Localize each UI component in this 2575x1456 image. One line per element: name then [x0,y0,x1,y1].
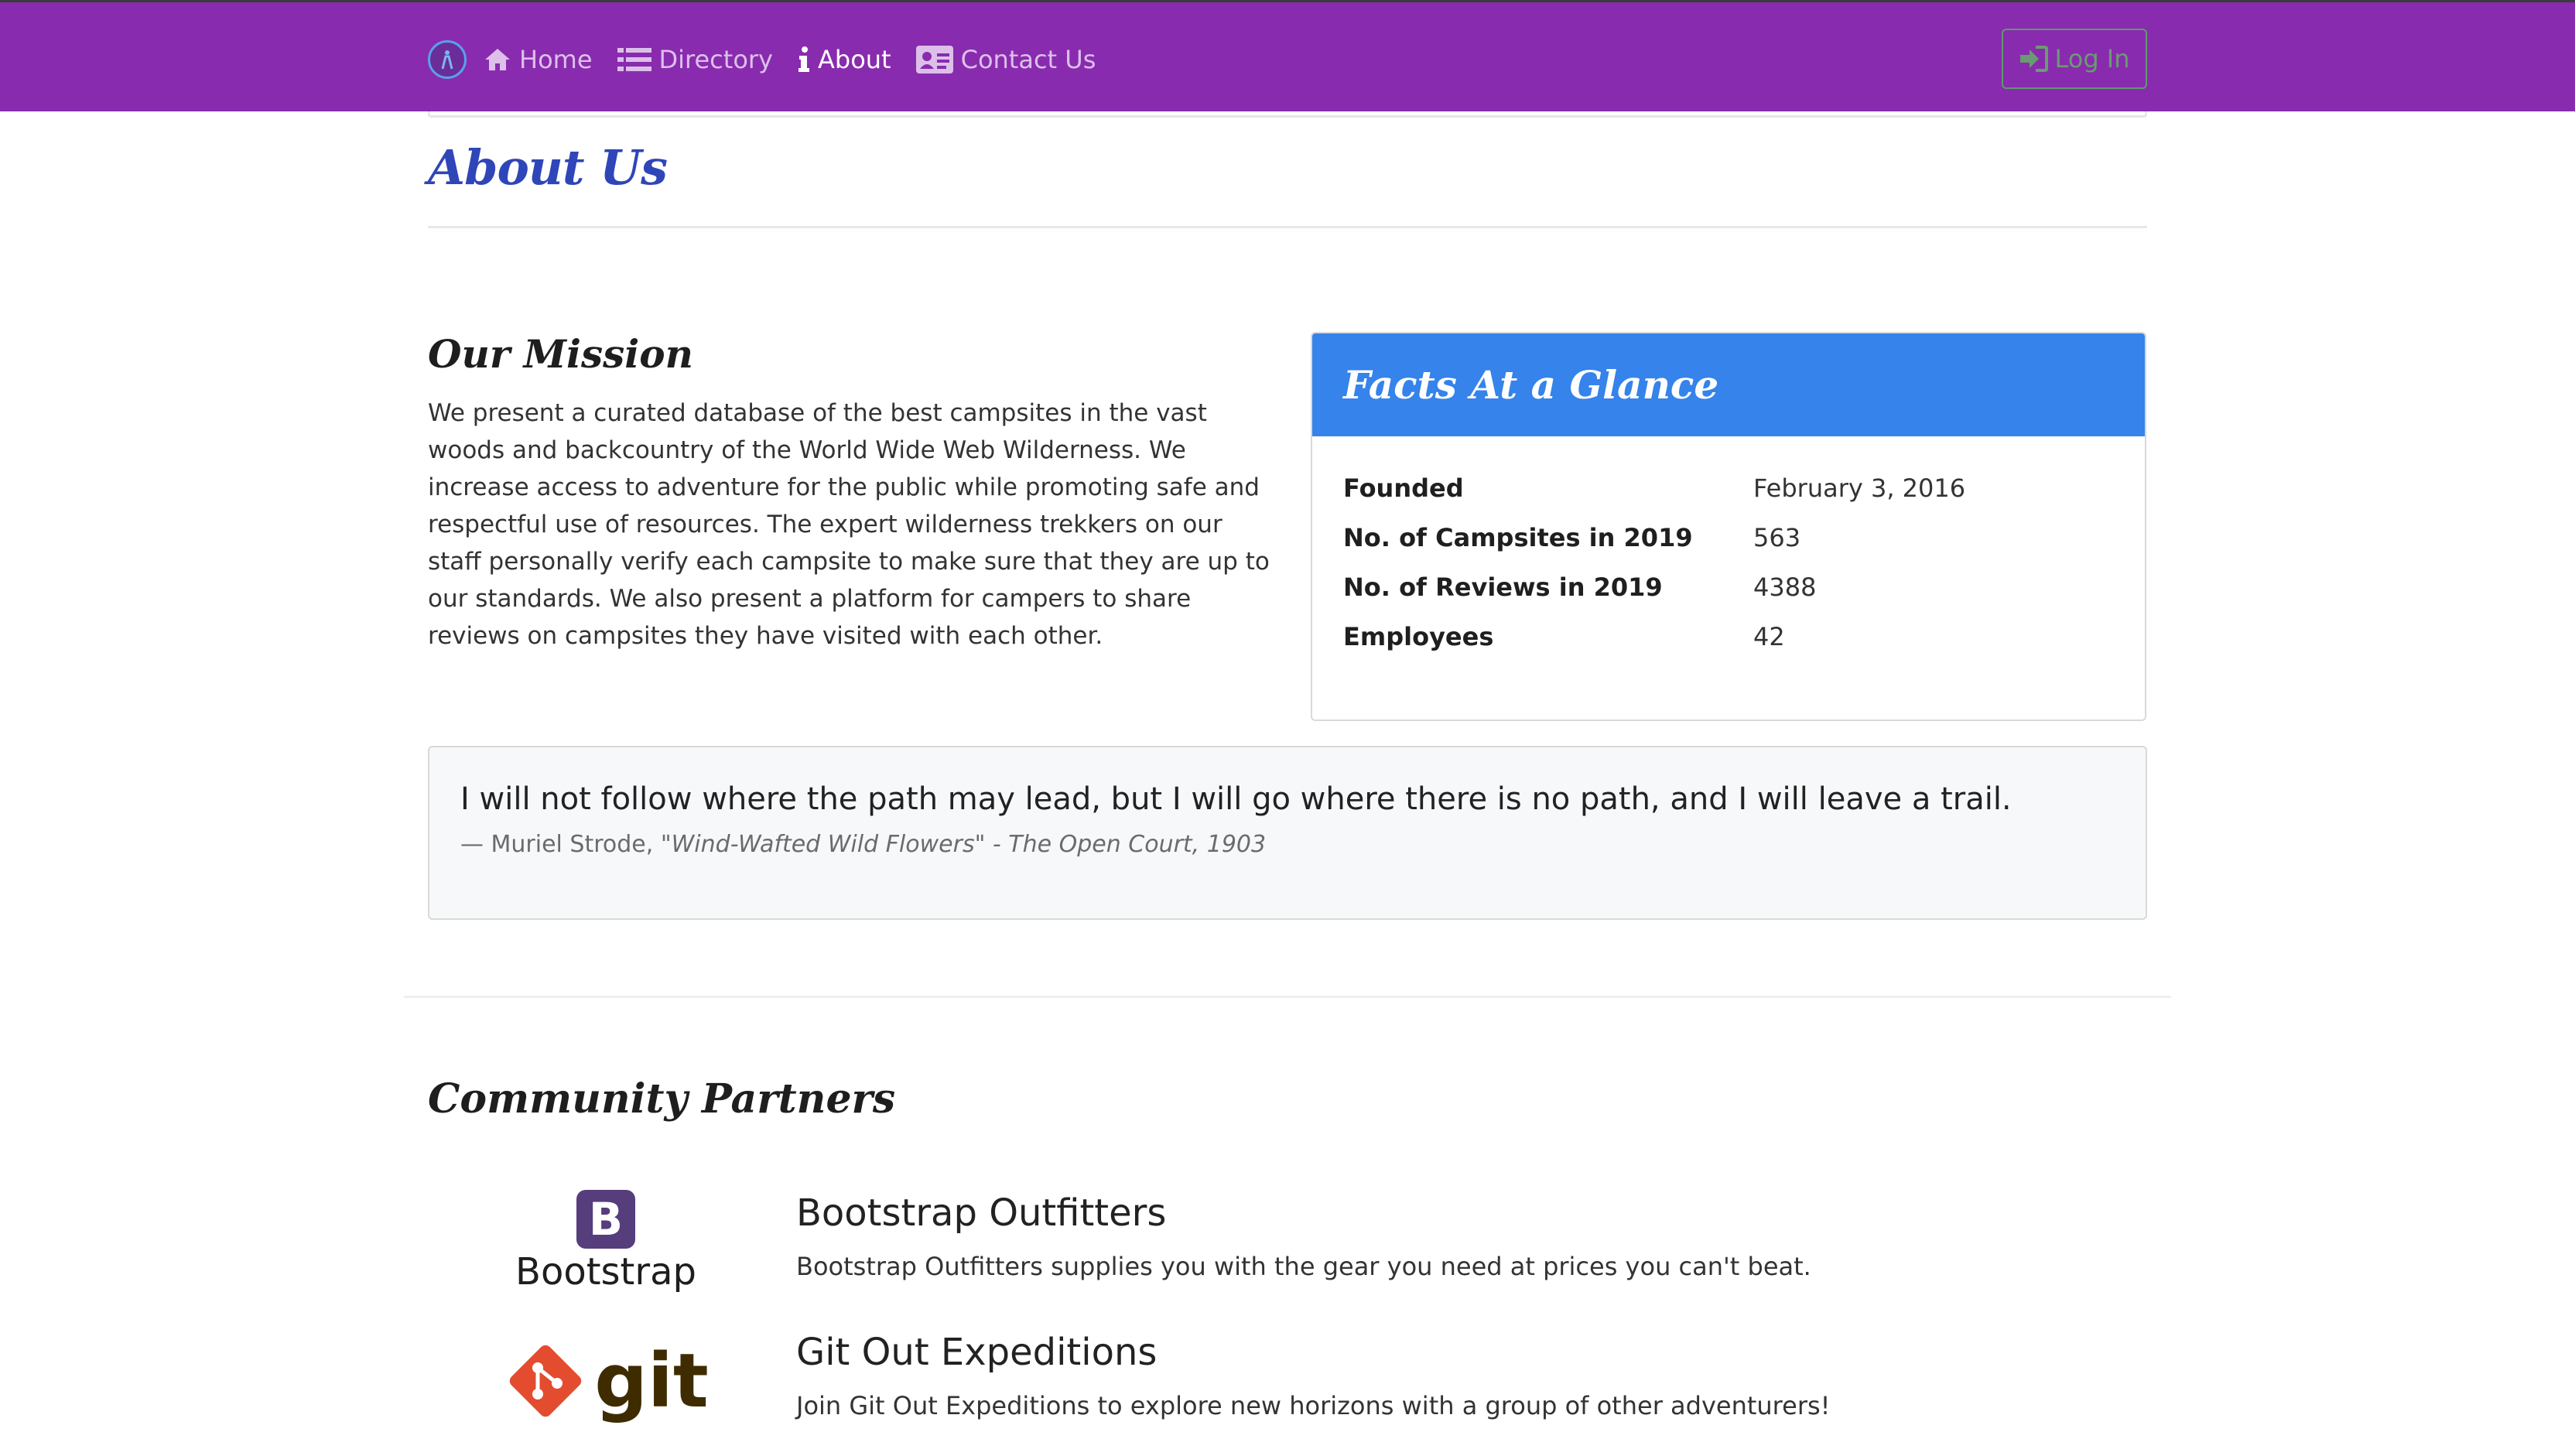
fact-row: No. of Reviews in 2019 4388 [1343,562,1965,612]
fact-label: No. of Campsites in 2019 [1343,523,1693,552]
partner-name: Bootstrap Outfitters [796,1191,1167,1235]
facts-heading: Facts At a Glance [1343,362,1719,408]
nav-contact[interactable]: Contact Us [915,45,1096,74]
quote-author: — Muriel Strode, [460,831,661,858]
title-divider [428,226,2147,228]
git-logo: git [428,1315,784,1447]
nav-inner: Home Directory About Contact Us Log In [428,2,2147,114]
navbar: Home Directory About Contact Us Log In [0,0,2575,111]
facts-header: Facts At a Glance [1312,333,2145,436]
quote-block: I will not follow where the path may lea… [428,746,2147,920]
brand-logo-icon[interactable] [428,40,467,79]
nav-about[interactable]: About [798,45,891,74]
partner-description: Bootstrap Outfitters supplies you with t… [796,1252,1811,1281]
git-logo-text: git [594,1338,709,1424]
nav-about-label: About [817,45,891,74]
bootstrap-logo: B Bootstrap [428,1176,784,1307]
mission-text: We present a curated database of the bes… [428,399,1270,650]
nav-home[interactable]: Home [484,45,593,74]
fact-row: Employees 42 [1343,612,1965,661]
partner-item: B Bootstrap Bootstrap Outfitters Bootstr… [428,1176,2147,1307]
fact-value: 42 [1753,622,1785,651]
sign-in-icon [2019,46,2049,72]
page-title: About Us [428,139,668,196]
fact-label: Founded [1343,473,1464,503]
fact-value: February 3, 2016 [1753,473,1966,503]
partner-item: git Git Out Expeditions Join Git Out Exp… [428,1315,2147,1447]
fact-value: 563 [1753,523,1801,552]
quote-source: "Wind-Wafted Wild Flowers" - The Open Co… [660,831,1267,858]
top-divider [428,111,2147,118]
quote-citation: — Muriel Strode, "Wind-Wafted Wild Flowe… [460,831,2115,858]
git-diamond-icon [510,1345,582,1417]
nav-directory[interactable]: Directory [617,45,773,74]
address-card-icon [915,46,953,73]
fact-label: Employees [1343,622,1494,651]
fact-row: No. of Campsites in 2019 563 [1343,513,1965,562]
login-label: Log In [2054,44,2130,73]
home-icon [484,47,511,72]
fact-label: No. of Reviews in 2019 [1343,572,1663,602]
fact-value: 4388 [1753,572,1817,602]
bootstrap-b-icon: B [576,1190,635,1249]
facts-table: Founded February 3, 2016 No. of Campsite… [1343,463,1965,661]
partners-heading: Community Partners [428,1075,896,1123]
fact-row: Founded February 3, 2016 [1343,463,1965,513]
facts-card: Facts At a Glance Founded February 3, 20… [1311,332,2146,721]
partner-name: Git Out Expeditions [796,1331,1158,1374]
login-button[interactable]: Log In [2002,29,2147,89]
quote-text: I will not follow where the path may lea… [460,781,2012,817]
nav-home-label: Home [519,45,593,74]
nav-directory-label: Directory [658,45,773,74]
mission-heading: Our Mission [428,331,693,377]
section-divider [404,996,2171,998]
bootstrap-logo-text: Bootstrap [515,1250,696,1294]
partner-description: Join Git Out Expeditions to explore new … [796,1391,1831,1420]
nav-contact-label: Contact Us [960,45,1096,74]
info-icon [798,46,810,73]
list-icon [617,46,651,73]
